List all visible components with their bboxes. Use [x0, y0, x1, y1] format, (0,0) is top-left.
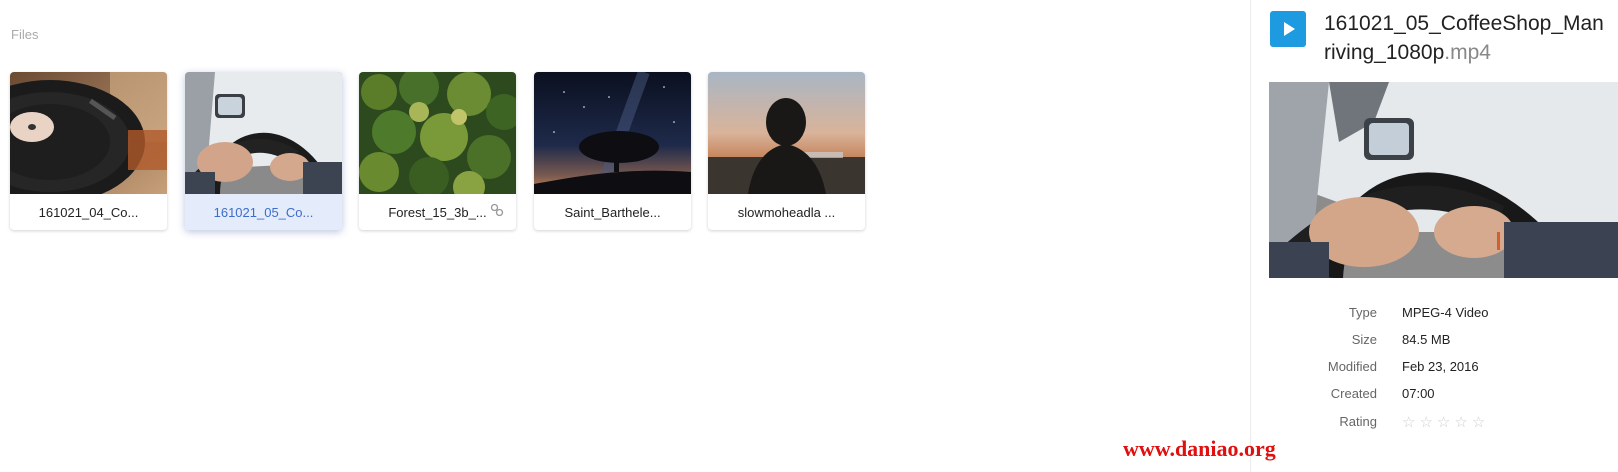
file-caption-text: Forest_15_3b_... [388, 204, 487, 220]
details-title-line1: 161021_05_CoffeeShop_Man [1324, 12, 1604, 35]
file-card[interactable]: 161021_04_Co... [10, 72, 167, 230]
details-title-ext: .mp4 [1444, 41, 1491, 64]
meta-row-modified: Modified Feb 23, 2016 [1251, 359, 1618, 379]
meta-value: 07:00 [1402, 386, 1435, 401]
meta-value: Feb 23, 2016 [1402, 359, 1479, 374]
meta-label: Modified [1327, 359, 1377, 374]
details-title-line2: riving_1080p [1324, 41, 1445, 64]
meta-value: MPEG-4 Video [1402, 305, 1489, 320]
meta-label: Type [1348, 305, 1377, 320]
files-area: Files 161021_04_Co... 161021_05_Co... Fo… [0, 0, 1250, 472]
details-title: 161021_05_CoffeeShop_Man riving_1080p.mp… [1324, 9, 1618, 67]
star-icon[interactable]: ☆ [1419, 414, 1432, 432]
file-card[interactable]: Saint_Barthele... [534, 72, 691, 230]
files-section-label: Files [11, 27, 39, 42]
star-icon[interactable]: ☆ [1472, 414, 1485, 432]
file-caption: Forest_15_3b_... [359, 194, 516, 230]
meta-row-rating: Rating ☆ ☆ ☆ ☆ ☆ [1251, 414, 1618, 434]
file-thumbnail [534, 72, 691, 194]
star-icon[interactable]: ☆ [1402, 414, 1415, 432]
file-card-selected[interactable]: 161021_05_Co... [185, 72, 342, 230]
meta-value: 84.5 MB [1402, 332, 1451, 347]
meta-label: Created [1330, 386, 1377, 401]
details-panel: 161021_05_CoffeeShop_Man riving_1080p.mp… [1251, 0, 1618, 472]
file-caption: 161021_04_Co... [38, 204, 139, 220]
file-card[interactable]: slowmoheadla ... [708, 72, 865, 230]
star-icon[interactable]: ☆ [1454, 414, 1467, 432]
file-thumbnail [359, 72, 516, 194]
video-preview[interactable] [1269, 82, 1618, 278]
meta-label: Size [1351, 332, 1377, 347]
file-thumbnail [185, 72, 342, 194]
file-card[interactable]: Forest_15_3b_... [359, 72, 516, 230]
file-thumbnail [10, 72, 167, 194]
watermark: www.daniao.org [1123, 436, 1276, 461]
play-icon[interactable] [1270, 11, 1306, 47]
rating-stars[interactable]: ☆ ☆ ☆ ☆ ☆ [1402, 414, 1485, 432]
file-thumbnail [708, 72, 865, 194]
star-icon[interactable]: ☆ [1437, 414, 1450, 432]
meta-label: Rating [1339, 414, 1377, 429]
meta-row-type: Type MPEG-4 Video [1251, 305, 1618, 325]
link-icon [490, 203, 504, 217]
file-caption: 161021_05_Co... [185, 194, 342, 230]
meta-row-created: Created 07:00 [1251, 386, 1618, 406]
meta-row-size: Size 84.5 MB [1251, 332, 1618, 352]
file-caption: Saint_Barthele... [564, 204, 661, 220]
file-caption: slowmoheadla ... [737, 204, 836, 220]
